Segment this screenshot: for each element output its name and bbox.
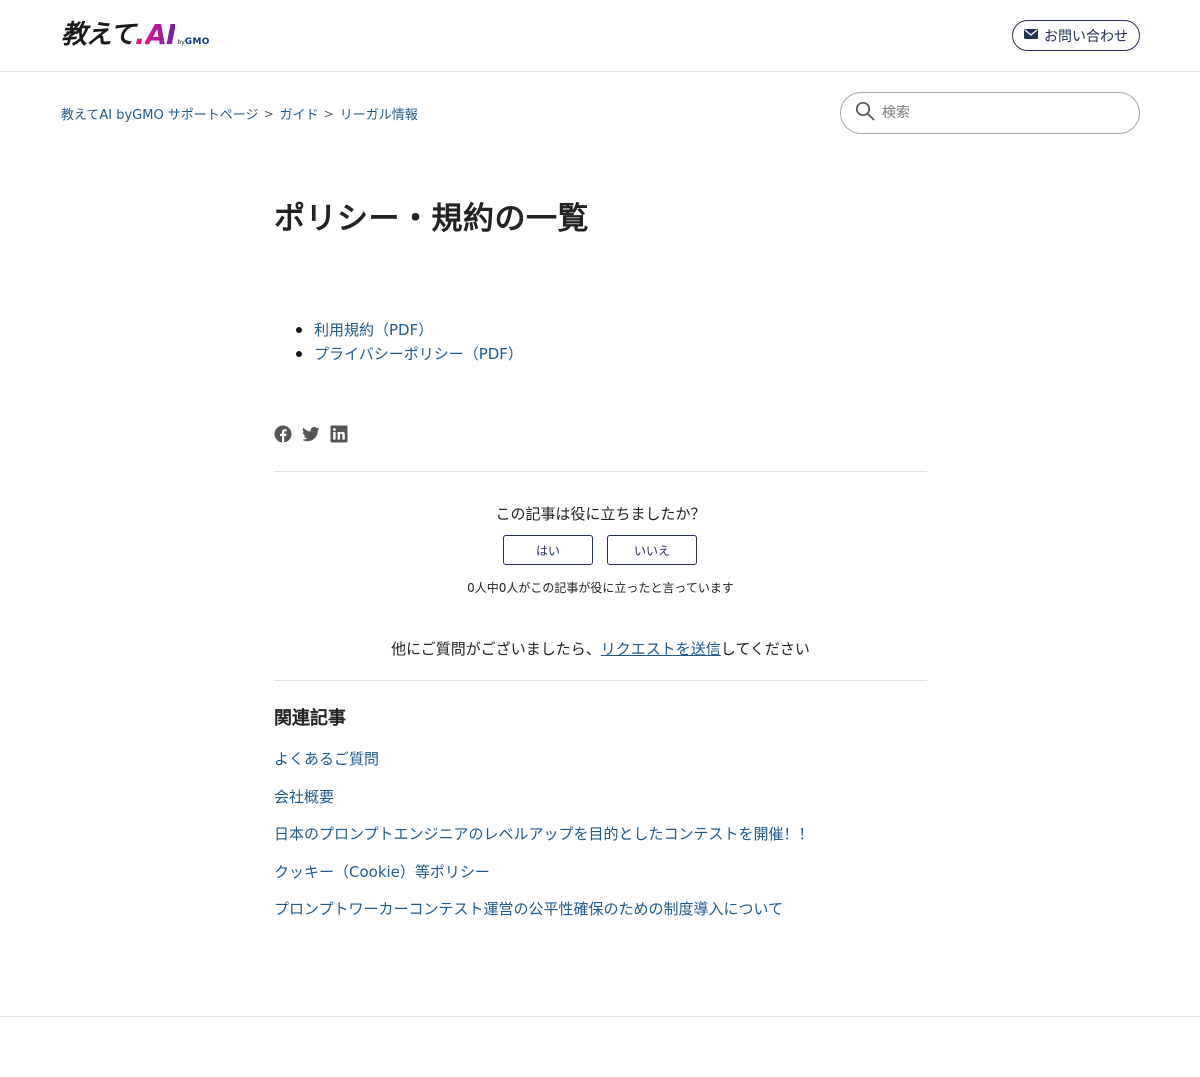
- breadcrumb-item-legal[interactable]: リーガル情報: [340, 104, 418, 123]
- more-questions-text: 他にご質問がございましたら、リクエストを送信してください: [274, 638, 927, 659]
- more-questions-prefix: 他にご質問がございましたら、: [391, 640, 601, 658]
- breadcrumb: 教えてAI byGMO サポートページ > ガイド > リーガル情報: [61, 104, 418, 124]
- submit-request-link[interactable]: リクエストを送信: [601, 640, 721, 658]
- vote-yes-button[interactable]: はい: [503, 535, 593, 565]
- logo-text-jp: 教えて: [61, 20, 136, 50]
- site-logo[interactable]: 教えて . AI by GMO: [61, 18, 210, 51]
- share-buttons: [274, 425, 348, 443]
- envelope-icon: [1024, 28, 1038, 44]
- linkedin-icon[interactable]: [330, 425, 348, 443]
- related-article-link[interactable]: 会社概要: [274, 786, 814, 824]
- document-list: 利用規約（PDF） プライバシーポリシー（PDF）: [296, 318, 523, 366]
- more-questions-suffix: してください: [720, 640, 810, 658]
- related-article-link[interactable]: よくあるご質問: [274, 748, 814, 786]
- vote-no-button[interactable]: いいえ: [607, 535, 697, 565]
- breadcrumb-item-guide[interactable]: ガイド: [280, 104, 319, 123]
- logo-text-by: by: [177, 39, 185, 46]
- logo-text-ai: AI: [145, 18, 176, 51]
- breadcrumb-separator: >: [323, 106, 334, 121]
- divider: [274, 471, 927, 472]
- twitter-icon[interactable]: [302, 425, 320, 443]
- document-link-privacy[interactable]: プライバシーポリシー（PDF）: [296, 342, 523, 366]
- vote-buttons: はい いいえ: [503, 535, 697, 565]
- footer-divider: [0, 1016, 1200, 1017]
- related-article-link[interactable]: クッキー（Cookie）等ポリシー: [274, 861, 814, 899]
- document-link-terms[interactable]: 利用規約（PDF）: [296, 318, 523, 342]
- related-articles-list: よくあるご質問 会社概要 日本のプロンプトエンジニアのレベルアップを目的としたコ…: [274, 748, 814, 936]
- contact-button[interactable]: お問い合わせ: [1012, 20, 1140, 51]
- related-article-link[interactable]: 日本のプロンプトエンジニアのレベルアップを目的としたコンテストを開催！！: [274, 823, 814, 861]
- search-input[interactable]: [882, 105, 1122, 121]
- related-articles-title: 関連記事: [274, 708, 346, 729]
- page-title: ポリシー・規約の一覧: [274, 201, 589, 237]
- vote-count: 0人中0人がこの記事が役に立ったと言っています: [467, 581, 734, 595]
- vote-question: この記事は役に立ちましたか？: [495, 505, 706, 523]
- contact-button-label: お問い合わせ: [1044, 28, 1128, 45]
- search-icon: [855, 101, 875, 125]
- breadcrumb-separator: >: [263, 106, 274, 121]
- logo-dot: .: [134, 18, 146, 51]
- site-header: 教えて . AI by GMO お問い合わせ: [0, 0, 1200, 72]
- breadcrumb-item-home[interactable]: 教えてAI byGMO サポートページ: [61, 104, 259, 123]
- search-box: [840, 92, 1140, 134]
- facebook-icon[interactable]: [274, 425, 292, 443]
- related-article-link[interactable]: プロンプトワーカーコンテスト運営の公平性確保のための制度導入について: [274, 898, 814, 936]
- divider: [274, 680, 927, 681]
- logo-text-gmo: GMO: [184, 37, 210, 47]
